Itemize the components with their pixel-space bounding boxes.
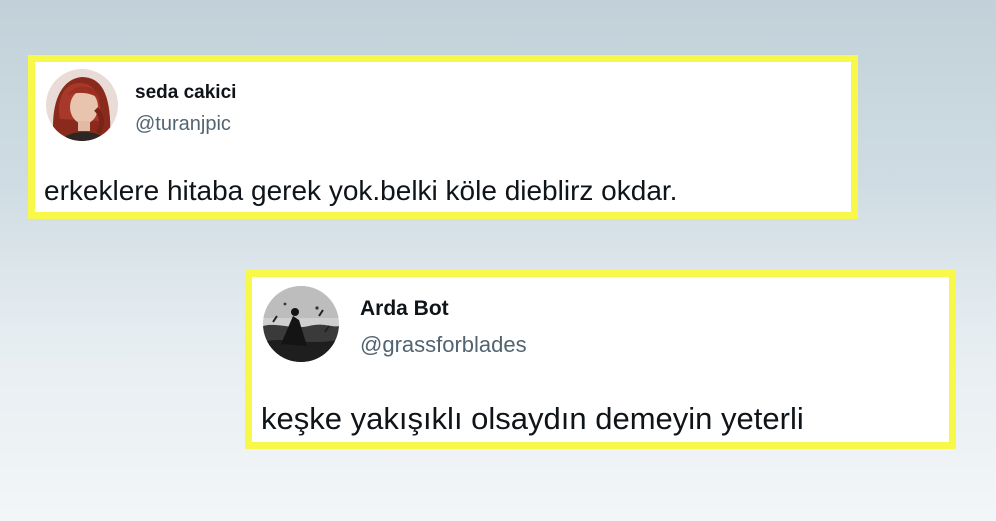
author-handle[interactable]: @turanjpic	[135, 113, 231, 136]
profile-photo-icon	[46, 69, 118, 141]
tweet-text: erkeklere hitaba gerek yok.belki köle di…	[44, 175, 678, 206]
tweet-text: keşke yakışıklı olsaydın demeyin yeterli	[261, 401, 804, 436]
author-name[interactable]: Arda Bot	[360, 297, 449, 321]
profile-photo-icon	[263, 286, 339, 362]
author-name[interactable]: seda cakici	[135, 82, 236, 104]
avatar[interactable]	[46, 69, 118, 141]
avatar[interactable]	[263, 286, 339, 362]
author-handle[interactable]: @grassforblades	[360, 332, 527, 358]
tweet-card-2: Arda Bot @grassforblades keşke yakışıklı…	[245, 270, 956, 449]
tweet-card-1: seda cakici @turanjpic erkeklere hitaba …	[28, 55, 858, 219]
